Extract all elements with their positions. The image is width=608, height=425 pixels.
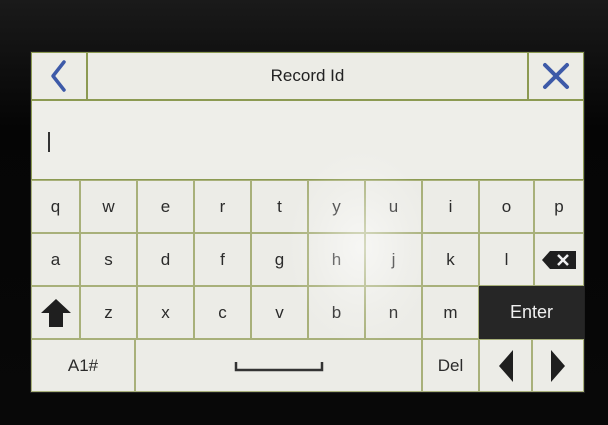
key-s[interactable]: s	[80, 233, 137, 286]
key-h[interactable]: h	[308, 233, 365, 286]
key-l[interactable]: l	[479, 233, 534, 286]
close-button[interactable]	[528, 52, 584, 100]
key-i[interactable]: i	[422, 180, 479, 233]
device-bezel: Record Id qwertyuiop asdfghjkl z x c v b n m En…	[0, 0, 608, 425]
keyboard-row-3: z x c v b n m Enter	[31, 286, 584, 339]
backspace-key[interactable]	[534, 233, 584, 286]
cursor-left-key[interactable]	[479, 339, 532, 392]
space-icon	[234, 361, 323, 371]
key-q[interactable]: q	[31, 180, 80, 233]
del-key[interactable]: Del	[422, 339, 479, 392]
back-button[interactable]	[31, 52, 87, 100]
arrow-left-icon	[498, 349, 513, 382]
key-n[interactable]: n	[365, 286, 422, 339]
record-id-input[interactable]	[31, 100, 584, 180]
key-g[interactable]: g	[251, 233, 308, 286]
key-v[interactable]: v	[251, 286, 308, 339]
mode-key[interactable]: A1#	[31, 339, 135, 392]
key-a[interactable]: a	[31, 233, 80, 286]
arrow-right-icon	[551, 349, 565, 382]
key-w[interactable]: w	[80, 180, 137, 233]
key-t[interactable]: t	[251, 180, 308, 233]
page-title: Record Id	[87, 52, 528, 100]
text-caret	[48, 132, 50, 152]
key-y[interactable]: y	[308, 180, 365, 233]
key-o[interactable]: o	[479, 180, 534, 233]
close-icon	[543, 63, 569, 89]
key-e[interactable]: e	[137, 180, 194, 233]
key-x[interactable]: x	[137, 286, 194, 339]
backspace-icon	[542, 250, 576, 269]
key-p[interactable]: p	[534, 180, 584, 233]
shift-key[interactable]	[31, 286, 80, 339]
keyboard-row-1: qwertyuiop	[31, 180, 584, 233]
key-b[interactable]: b	[308, 286, 365, 339]
key-u[interactable]: u	[365, 180, 422, 233]
key-d[interactable]: d	[137, 233, 194, 286]
chevron-left-icon	[51, 60, 66, 92]
touch-screen: Record Id qwertyuiop asdfghjkl z x c v b n m En…	[31, 52, 584, 392]
key-k[interactable]: k	[422, 233, 479, 286]
on-screen-keyboard: qwertyuiop asdfghjkl z x c v b n m Enter A1# De…	[31, 180, 584, 392]
space-key[interactable]	[135, 339, 422, 392]
keyboard-row-2: asdfghjkl	[31, 233, 584, 286]
cursor-right-key[interactable]	[532, 339, 584, 392]
enter-key[interactable]: Enter	[479, 286, 584, 339]
key-z[interactable]: z	[80, 286, 137, 339]
key-f[interactable]: f	[194, 233, 251, 286]
key-m[interactable]: m	[422, 286, 479, 339]
shift-icon	[40, 298, 71, 327]
key-j[interactable]: j	[365, 233, 422, 286]
key-c[interactable]: c	[194, 286, 251, 339]
title-bar: Record Id	[31, 52, 584, 100]
key-r[interactable]: r	[194, 180, 251, 233]
keyboard-row-4: A1# Del	[31, 339, 584, 392]
